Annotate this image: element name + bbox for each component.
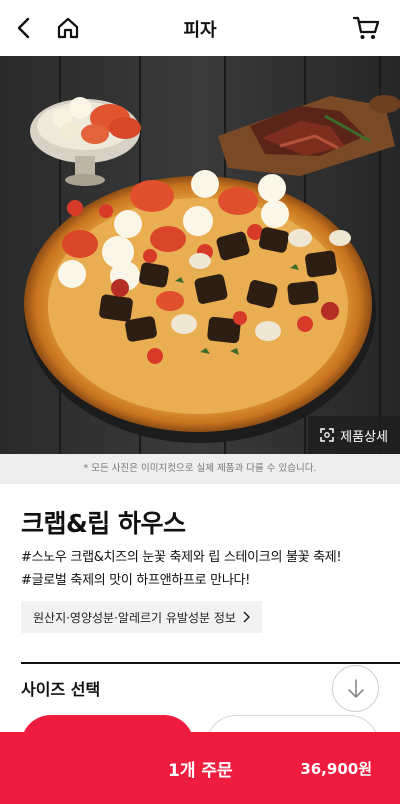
- scroll-down-button[interactable]: [332, 665, 379, 712]
- product-detail-label: 제품상세: [340, 429, 388, 445]
- pizza-illustration: [0, 56, 400, 454]
- cart-icon: [352, 16, 380, 39]
- top-bar: 피자: [0, 0, 400, 56]
- section-divider: [21, 662, 400, 664]
- size-section-title: 사이즈 선택: [21, 680, 101, 699]
- product-name: 크랩&립 하우스: [21, 509, 186, 538]
- chevron-right-icon: [243, 611, 250, 623]
- page-title: 피자: [183, 20, 217, 41]
- product-image: 제품상세: [0, 56, 400, 454]
- product-description: #스노우 크랩&치즈의 눈꽃 축제와 립 스테이크의 불꽃 축제! #글로벌 축…: [21, 546, 391, 592]
- expand-icon: [320, 428, 334, 442]
- cart-button[interactable]: [350, 12, 382, 44]
- product-detail-button[interactable]: 제품상세: [308, 416, 400, 454]
- order-button[interactable]: 1개 주문 36,900원: [0, 732, 400, 804]
- order-label: 1개 주문: [168, 761, 233, 781]
- nutrition-info-label: 원산지·영양성분·알레르기 유발성분 정보: [33, 610, 236, 625]
- image-disclaimer: * 모든 사진은 이미지컷으로 실제 제품과 다를 수 있습니다.: [0, 454, 400, 484]
- description-line-2: #글로벌 축제의 맛이 하프앤하프로 만나다!: [21, 573, 251, 588]
- arrow-down-icon: [347, 678, 364, 698]
- description-line-1: #스노우 크랩&치즈의 눈꽃 축제와 립 스테이크의 불꽃 축제!: [21, 550, 342, 565]
- nutrition-info-button[interactable]: 원산지·영양성분·알레르기 유발성분 정보: [21, 601, 262, 633]
- order-price: 36,900원: [300, 760, 372, 778]
